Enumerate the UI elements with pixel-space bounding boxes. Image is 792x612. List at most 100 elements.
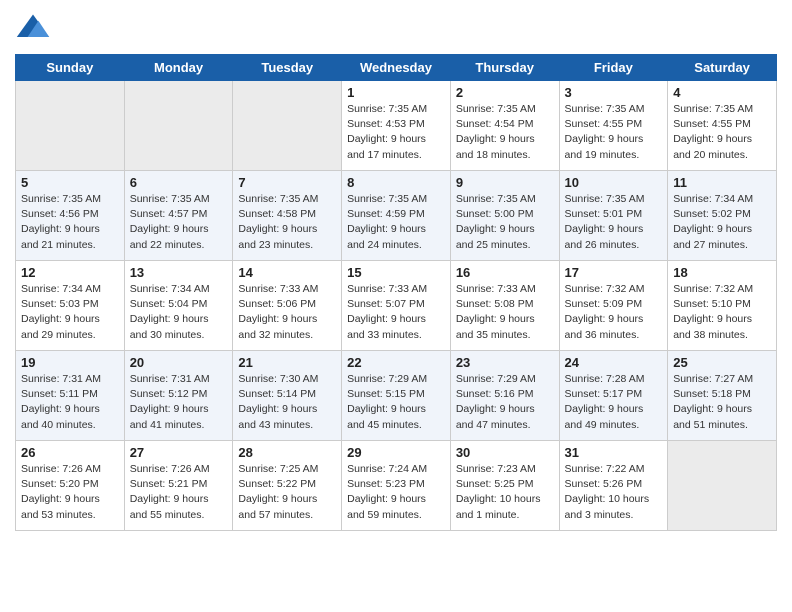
cell-info: Sunrise: 7:28 AMSunset: 5:17 PMDaylight:…	[565, 372, 663, 433]
calendar-cell: 22Sunrise: 7:29 AMSunset: 5:15 PMDayligh…	[342, 351, 451, 441]
calendar-cell: 8Sunrise: 7:35 AMSunset: 4:59 PMDaylight…	[342, 171, 451, 261]
calendar-cell: 17Sunrise: 7:32 AMSunset: 5:09 PMDayligh…	[559, 261, 668, 351]
date-number: 10	[565, 175, 663, 190]
day-header-wednesday: Wednesday	[342, 55, 451, 81]
date-number: 14	[238, 265, 336, 280]
day-header-thursday: Thursday	[450, 55, 559, 81]
calendar-cell: 7 Sunrise: 7:35 AMSunset: 4:58 PMDaylight…	[233, 171, 342, 261]
date-number: 24	[565, 355, 663, 370]
calendar-cell: 30 Sunrise: 7:23 AMSunset: 5:25 PMDayligh…	[450, 441, 559, 531]
week-row-5: 26 Sunrise: 7:26 AMSunset: 5:20 PMDayligh…	[16, 441, 777, 531]
date-number: 2	[456, 85, 554, 100]
cell-info: Sunrise: 7:35 AMSunset: 4:59 PMDaylight:…	[347, 192, 445, 253]
calendar-table: SundayMondayTuesdayWednesdayThursdayFrid…	[15, 54, 777, 531]
day-header-tuesday: Tuesday	[233, 55, 342, 81]
cell-info: Sunrise: 7:33 AMSunset: 5:06 PMDaylight:…	[238, 282, 336, 343]
calendar-cell: 1Sunrise: 7:35 AMSunset: 4:53 PMDaylight…	[342, 81, 451, 171]
cell-info: Sunrise: 7:26 AMSunset: 5:20 PMDaylight:…	[21, 462, 119, 523]
date-number: 11	[673, 175, 771, 190]
calendar-cell: 21Sunrise: 7:30 AMSunset: 5:14 PMDayligh…	[233, 351, 342, 441]
cell-info: Sunrise: 7:23 AMSunset: 5:25 PMDaylight:…	[456, 462, 554, 523]
cell-info: Sunrise: 7:31 AMSunset: 5:11 PMDaylight:…	[21, 372, 119, 433]
date-number: 7	[238, 175, 336, 190]
date-number: 5	[21, 175, 119, 190]
logo-icon	[15, 10, 51, 46]
day-header-sunday: Sunday	[16, 55, 125, 81]
calendar-cell: 29Sunrise: 7:24 AMSunset: 5:23 PMDayligh…	[342, 441, 451, 531]
day-header-friday: Friday	[559, 55, 668, 81]
calendar-cell: 15 Sunrise: 7:33 AMSunset: 5:07 PMDayligh…	[342, 261, 451, 351]
day-header-saturday: Saturday	[668, 55, 777, 81]
calendar-cell: 23Sunrise: 7:29 AMSunset: 5:16 PMDayligh…	[450, 351, 559, 441]
calendar-cell: 20 Sunrise: 7:31 AMSunset: 5:12 PMDayligh…	[124, 351, 233, 441]
calendar-cell: 25 Sunrise: 7:27 AMSunset: 5:18 PMDayligh…	[668, 351, 777, 441]
date-number: 1	[347, 85, 445, 100]
date-number: 18	[673, 265, 771, 280]
calendar-cell: 12Sunrise: 7:34 AMSunset: 5:03 PMDayligh…	[16, 261, 125, 351]
date-number: 27	[130, 445, 228, 460]
week-row-1: 1Sunrise: 7:35 AMSunset: 4:53 PMDaylight…	[16, 81, 777, 171]
cell-info: Sunrise: 7:35 AMSunset: 4:58 PMDaylight:…	[238, 192, 336, 253]
cell-info: Sunrise: 7:34 AMSunset: 5:04 PMDaylight:…	[130, 282, 228, 343]
calendar-cell: 5 Sunrise: 7:35 AMSunset: 4:56 PMDaylight…	[16, 171, 125, 261]
date-number: 20	[130, 355, 228, 370]
calendar-cell: 14 Sunrise: 7:33 AMSunset: 5:06 PMDayligh…	[233, 261, 342, 351]
calendar-cell: 2Sunrise: 7:35 AMSunset: 4:54 PMDaylight…	[450, 81, 559, 171]
date-number: 31	[565, 445, 663, 460]
days-header-row: SundayMondayTuesdayWednesdayThursdayFrid…	[16, 55, 777, 81]
calendar-cell: 4Sunrise: 7:35 AMSunset: 4:55 PMDaylight…	[668, 81, 777, 171]
date-number: 15	[347, 265, 445, 280]
week-row-3: 12Sunrise: 7:34 AMSunset: 5:03 PMDayligh…	[16, 261, 777, 351]
calendar-cell: 24 Sunrise: 7:28 AMSunset: 5:17 PMDayligh…	[559, 351, 668, 441]
cell-info: Sunrise: 7:32 AMSunset: 5:10 PMDaylight:…	[673, 282, 771, 343]
cell-info: Sunrise: 7:26 AMSunset: 5:21 PMDaylight:…	[130, 462, 228, 523]
calendar-cell	[16, 81, 125, 171]
cell-info: Sunrise: 7:33 AMSunset: 5:07 PMDaylight:…	[347, 282, 445, 343]
date-number: 16	[456, 265, 554, 280]
cell-info: Sunrise: 7:35 AMSunset: 4:57 PMDaylight:…	[130, 192, 228, 253]
calendar-cell: 9 Sunrise: 7:35 AMSunset: 5:00 PMDaylight…	[450, 171, 559, 261]
calendar-cell: 31 Sunrise: 7:22 AMSunset: 5:26 PMDayligh…	[559, 441, 668, 531]
cell-info: Sunrise: 7:29 AMSunset: 5:16 PMDaylight:…	[456, 372, 554, 433]
date-number: 25	[673, 355, 771, 370]
day-header-monday: Monday	[124, 55, 233, 81]
date-number: 30	[456, 445, 554, 460]
calendar-cell: 19 Sunrise: 7:31 AMSunset: 5:11 PMDayligh…	[16, 351, 125, 441]
date-number: 28	[238, 445, 336, 460]
calendar-cell: 18 Sunrise: 7:32 AMSunset: 5:10 PMDayligh…	[668, 261, 777, 351]
cell-info: Sunrise: 7:34 AMSunset: 5:02 PMDaylight:…	[673, 192, 771, 253]
calendar-cell	[233, 81, 342, 171]
cell-info: Sunrise: 7:35 AMSunset: 5:00 PMDaylight:…	[456, 192, 554, 253]
calendar-cell: 6Sunrise: 7:35 AMSunset: 4:57 PMDaylight…	[124, 171, 233, 261]
cell-info: Sunrise: 7:34 AMSunset: 5:03 PMDaylight:…	[21, 282, 119, 343]
cell-info: Sunrise: 7:24 AMSunset: 5:23 PMDaylight:…	[347, 462, 445, 523]
calendar-cell: 10 Sunrise: 7:35 AMSunset: 5:01 PMDayligh…	[559, 171, 668, 261]
cell-info: Sunrise: 7:25 AMSunset: 5:22 PMDaylight:…	[238, 462, 336, 523]
calendar-cell: 16Sunrise: 7:33 AMSunset: 5:08 PMDayligh…	[450, 261, 559, 351]
week-row-2: 5 Sunrise: 7:35 AMSunset: 4:56 PMDaylight…	[16, 171, 777, 261]
calendar-cell: 11 Sunrise: 7:34 AMSunset: 5:02 PMDayligh…	[668, 171, 777, 261]
calendar-cell: 27 Sunrise: 7:26 AMSunset: 5:21 PMDayligh…	[124, 441, 233, 531]
date-number: 17	[565, 265, 663, 280]
calendar-cell: 26 Sunrise: 7:26 AMSunset: 5:20 PMDayligh…	[16, 441, 125, 531]
cell-info: Sunrise: 7:27 AMSunset: 5:18 PMDaylight:…	[673, 372, 771, 433]
date-number: 21	[238, 355, 336, 370]
cell-info: Sunrise: 7:35 AMSunset: 5:01 PMDaylight:…	[565, 192, 663, 253]
cell-info: Sunrise: 7:31 AMSunset: 5:12 PMDaylight:…	[130, 372, 228, 433]
calendar-cell	[668, 441, 777, 531]
date-number: 3	[565, 85, 663, 100]
date-number: 13	[130, 265, 228, 280]
calendar-cell: 13 Sunrise: 7:34 AMSunset: 5:04 PMDayligh…	[124, 261, 233, 351]
date-number: 19	[21, 355, 119, 370]
calendar-cell	[124, 81, 233, 171]
calendar-cell: 28 Sunrise: 7:25 AMSunset: 5:22 PMDayligh…	[233, 441, 342, 531]
header	[15, 10, 777, 46]
cell-info: Sunrise: 7:35 AMSunset: 4:55 PMDaylight:…	[673, 102, 771, 163]
calendar-cell: 3Sunrise: 7:35 AMSunset: 4:55 PMDaylight…	[559, 81, 668, 171]
date-number: 26	[21, 445, 119, 460]
cell-info: Sunrise: 7:29 AMSunset: 5:15 PMDaylight:…	[347, 372, 445, 433]
cell-info: Sunrise: 7:22 AMSunset: 5:26 PMDaylight:…	[565, 462, 663, 523]
date-number: 9	[456, 175, 554, 190]
cell-info: Sunrise: 7:35 AMSunset: 4:56 PMDaylight:…	[21, 192, 119, 253]
logo	[15, 10, 55, 46]
